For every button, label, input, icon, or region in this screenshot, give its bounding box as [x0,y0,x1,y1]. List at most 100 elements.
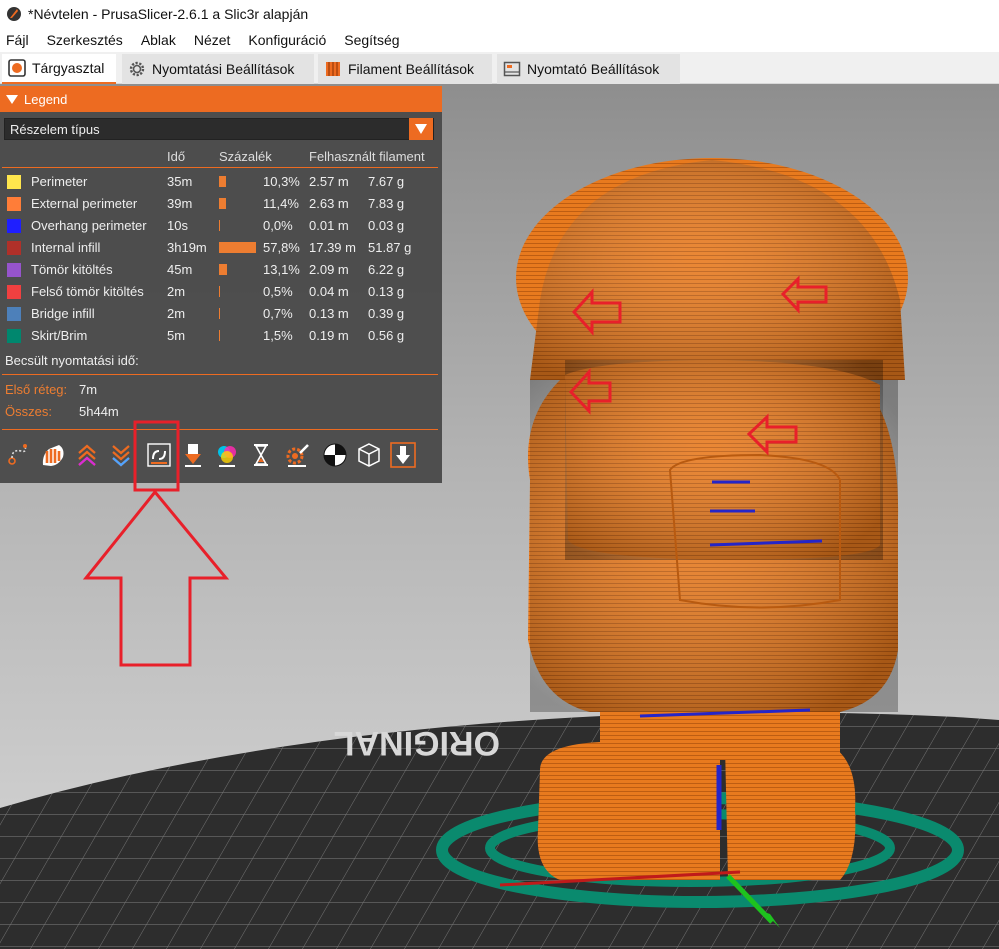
window-title: *Névtelen - PrusaSlicer-2.6.1 a Slic3r a… [28,6,309,22]
printed-model [516,158,908,880]
legend-percent: 13,1% [263,262,300,277]
center-of-gravity-icon[interactable] [320,440,350,470]
header-percent: Százalék [219,149,272,164]
menu-help[interactable]: Segítség [344,32,399,48]
legend-length: 0.01 m [309,218,349,233]
tab-print-settings-label: Nyomtatási Beállítások [152,61,295,77]
legend-weight: 0.56 g [368,328,405,343]
legend-row[interactable]: Felső tömör kitöltés 2m 0,5% 0.04 m 0.13 g [0,281,442,303]
tab-bar: Tárgyasztal Nyomtatási Beállítások Filam… [0,52,999,84]
tab-plater[interactable]: Tárgyasztal [2,54,116,84]
view-type-value: Részelem típus [10,121,100,137]
seams-icon[interactable] [144,440,174,470]
tab-printer-settings-label: Nyomtató Beállítások [527,61,660,77]
travel-icon[interactable] [4,440,34,470]
legend-panel: Legend Részelem típus Idő Százalék Felha… [0,86,442,483]
legend-percent-bar [219,242,256,253]
legend-length: 0.19 m [309,328,349,343]
first-layer-label: Első réteg: [5,382,68,397]
shells-icon[interactable] [354,440,384,470]
first-layer-value: 7m [79,382,98,397]
prusaslicer-logo-icon [7,7,21,21]
legend-feature-name: Tömör kitöltés [31,262,113,277]
tab-printer-settings[interactable]: Nyomtató Beállítások [497,54,680,84]
retractions-icon[interactable] [72,440,102,470]
legend-color-swatch [7,263,21,277]
legend-time: 35m [167,174,193,189]
legend-time: 45m [167,262,193,277]
legend-time: 2m [167,306,186,321]
legend-percent-bar [219,330,220,341]
legend-length: 0.04 m [309,284,349,299]
legend-row[interactable]: Perimeter 35m 10,3% 2.57 m 7.67 g [0,171,442,193]
legend-header[interactable]: Legend [0,86,442,112]
custom-gcodes-icon[interactable] [283,440,313,470]
legend-feature-name: Bridge infill [31,306,95,321]
gear-icon [129,61,145,77]
legend-row[interactable]: Overhang perimeter 10s 0,0% 0.01 m 0.03 g [0,215,442,237]
legend-feature-name: Overhang perimeter [31,218,147,233]
legend-weight: 0.13 g [368,284,405,299]
tab-plater-label: Tárgyasztal [32,60,105,76]
legend-time: 2m [167,284,186,299]
wipe-icon[interactable] [38,440,68,470]
tool-changes-icon[interactable] [178,440,208,470]
legend-row[interactable]: Tömör kitöltés 45m 13,1% 2.09 m 6.22 g [0,259,442,281]
legend-percent: 0,7% [263,306,293,321]
legend-row[interactable]: Skirt/Brim 5m 1,5% 0.19 m 0.56 g [0,325,442,347]
menu-edit[interactable]: Szerkesztés [47,32,123,48]
pause-prints-icon[interactable] [246,440,276,470]
deretractions-icon[interactable] [106,440,136,470]
tab-filament-settings[interactable]: Filament Beállítások [318,54,492,84]
legend-color-swatch [7,197,21,211]
legend-color-swatch [7,219,21,233]
chevron-down-icon[interactable] [409,118,433,140]
estimated-time-label: Becsült nyomtatási idő: [5,353,139,368]
legend-row[interactable]: External perimeter 39m 11,4% 2.63 m 7.83 g [0,193,442,215]
header-filament: Felhasznált filament [309,149,425,164]
legend-color-swatch [7,175,21,189]
legend-length: 2.09 m [309,262,349,277]
legend-time: 10s [167,218,188,233]
estimate-divider [2,374,438,375]
legend-weight: 0.39 g [368,306,405,321]
legend-percent-bar [219,176,226,187]
legend-weight: 51.87 g [368,240,412,255]
legend-percent: 10,3% [263,174,300,189]
legend-length: 0.13 m [309,306,349,321]
total-value: 5h44m [79,404,119,419]
collapse-triangle-icon[interactable] [6,94,18,104]
color-changes-icon[interactable] [212,440,242,470]
tool-marker-icon[interactable] [388,440,418,470]
menu-view[interactable]: Nézet [194,32,231,48]
legend-row[interactable]: Bridge infill 2m 0,7% 0.13 m 0.39 g [0,303,442,325]
legend-percent-bar [219,264,227,275]
legend-length: 17.39 m [309,240,356,255]
menu-configuration[interactable]: Konfiguráció [248,32,326,48]
legend-feature-name: Felső tömör kitöltés [31,284,144,299]
legend-weight: 0.03 g [368,218,405,233]
legend-length: 2.57 m [309,174,349,189]
legend-percent: 1,5% [263,328,293,343]
legend-row[interactable]: Internal infill 3h19m 57,8% 17.39 m 51.87 g [0,237,442,259]
legend-feature-name: External perimeter [31,196,138,211]
legend-color-swatch [7,329,21,343]
menu-window[interactable]: Ablak [141,32,176,48]
legend-weight: 6.22 g [368,262,405,277]
legend-color-swatch [7,285,21,299]
tab-print-settings[interactable]: Nyomtatási Beállítások [122,54,314,84]
plater-icon [8,59,26,77]
stats-divider [2,429,438,430]
menu-file[interactable]: Fájl [6,32,29,48]
legend-percent: 0,5% [263,284,293,299]
legend-percent: 0,0% [263,218,293,233]
view-type-select[interactable]: Részelem típus [4,118,434,140]
legend-percent-bar [219,308,220,319]
bed-label: ORIGINAL [334,724,500,762]
legend-time: 39m [167,196,193,211]
total-label: Összes: [5,404,52,419]
legend-percent-bar [219,286,220,297]
legend-color-swatch [7,241,21,255]
menu-bar: Fájl Szerkesztés Ablak Nézet Konfiguráci… [0,28,999,52]
legend-weight: 7.67 g [368,174,405,189]
